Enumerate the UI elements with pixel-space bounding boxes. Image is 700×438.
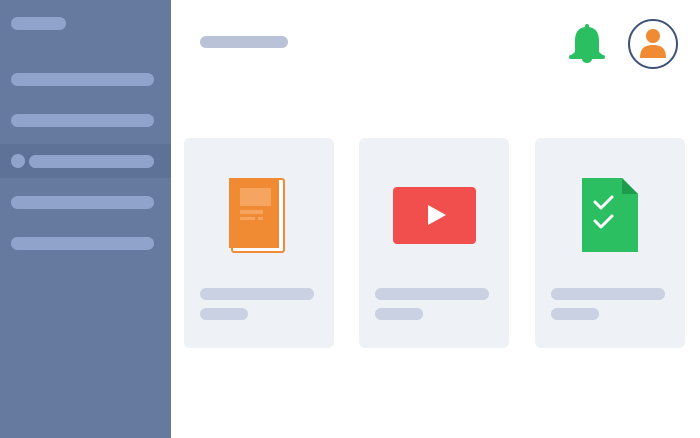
sidebar-item-label	[11, 73, 154, 86]
sidebar-item-3-active[interactable]	[0, 144, 171, 178]
sidebar-item-label	[11, 114, 154, 127]
sidebar	[0, 0, 171, 438]
app-window	[0, 0, 700, 438]
card-book[interactable]	[184, 138, 334, 348]
sidebar-logo-placeholder	[11, 17, 66, 30]
sidebar-item-label	[11, 237, 154, 250]
sidebar-item-label	[11, 196, 154, 209]
checklist-document-icon	[535, 174, 685, 254]
book-icon	[184, 174, 334, 254]
sidebar-item-2[interactable]	[0, 103, 171, 137]
user-avatar-icon[interactable]	[628, 19, 678, 69]
page-title-placeholder	[200, 36, 288, 48]
card-title-placeholder	[551, 288, 665, 300]
card-title-placeholder	[200, 288, 314, 300]
sidebar-item-label	[29, 155, 154, 168]
card-subtitle-placeholder	[551, 308, 599, 320]
card-video[interactable]	[359, 138, 509, 348]
sidebar-item-5[interactable]	[0, 226, 171, 260]
card-subtitle-placeholder	[200, 308, 248, 320]
card-subtitle-placeholder	[375, 308, 423, 320]
sidebar-item-4[interactable]	[0, 185, 171, 219]
video-play-icon	[359, 174, 509, 254]
card-title-placeholder	[375, 288, 489, 300]
active-indicator-icon	[11, 154, 25, 168]
bell-icon[interactable]	[567, 23, 607, 63]
sidebar-item-1[interactable]	[0, 62, 171, 96]
card-checklist[interactable]	[535, 138, 685, 348]
